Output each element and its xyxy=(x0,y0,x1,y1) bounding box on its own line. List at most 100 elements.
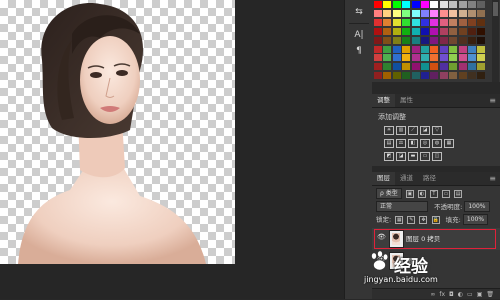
color-swatch[interactable] xyxy=(383,54,392,62)
lock-all-icon[interactable]: 🔒 xyxy=(431,215,440,224)
color-swatch[interactable] xyxy=(477,45,486,53)
color-swatch[interactable] xyxy=(411,27,420,35)
color-swatch[interactable] xyxy=(458,18,467,26)
color-swatch[interactable] xyxy=(374,54,382,62)
color-swatch[interactable] xyxy=(477,9,486,17)
invert-icon[interactable]: ◩ xyxy=(384,152,394,161)
color-swatch[interactable] xyxy=(383,72,392,80)
color-swatch[interactable] xyxy=(449,9,458,17)
swatches-scrollbar[interactable] xyxy=(492,0,499,82)
color-swatch[interactable] xyxy=(439,36,448,44)
color-balance-icon[interactable]: ⚖ xyxy=(396,139,406,148)
color-swatch[interactable] xyxy=(430,72,439,80)
color-swatch[interactable] xyxy=(449,54,458,62)
color-swatch[interactable] xyxy=(439,63,448,71)
adjustment-filter-icon[interactable]: ◐ xyxy=(417,189,426,198)
color-swatch[interactable] xyxy=(468,9,476,17)
color-swatch[interactable] xyxy=(477,27,486,35)
color-swatch[interactable] xyxy=(374,63,382,71)
color-swatch[interactable] xyxy=(430,18,439,26)
adjustment-icon[interactable]: ◐ xyxy=(458,289,463,299)
color-swatch[interactable] xyxy=(468,72,476,80)
opacity-input[interactable]: 100% xyxy=(464,201,490,212)
color-swatch[interactable] xyxy=(411,18,420,26)
color-swatch[interactable] xyxy=(411,36,420,44)
color-swatch[interactable] xyxy=(468,54,476,62)
color-swatch[interactable] xyxy=(383,45,392,53)
color-swatch[interactable] xyxy=(421,27,429,35)
color-swatch[interactable] xyxy=(468,1,476,8)
color-swatch[interactable] xyxy=(411,1,420,8)
color-swatch[interactable] xyxy=(430,54,439,62)
kind-filter-select[interactable]: ρ 类型 xyxy=(376,188,402,199)
color-swatch[interactable] xyxy=(392,45,401,53)
channel-mixer-icon[interactable]: ◍ xyxy=(432,139,442,148)
color-swatch[interactable] xyxy=(383,1,392,8)
character-icon[interactable]: A| xyxy=(345,27,373,43)
lock-move-icon[interactable]: ✥ xyxy=(419,215,428,224)
color-swatch[interactable] xyxy=(392,63,401,71)
panel-menu-icon[interactable]: ≡ xyxy=(489,94,496,107)
new-layer-icon[interactable]: ▣ xyxy=(477,289,483,299)
color-swatch[interactable] xyxy=(458,9,467,17)
color-swatch[interactable] xyxy=(449,72,458,80)
color-swatch[interactable] xyxy=(421,1,429,8)
color-swatch[interactable] xyxy=(439,45,448,53)
color-swatch[interactable] xyxy=(411,9,420,17)
color-swatch[interactable] xyxy=(477,54,486,62)
color-swatch[interactable] xyxy=(411,72,420,80)
eye-icon[interactable]: 👁 xyxy=(377,233,386,241)
color-swatch[interactable] xyxy=(439,18,448,26)
color-swatch[interactable] xyxy=(374,18,382,26)
tab-layers[interactable]: 图层 xyxy=(372,172,395,185)
color-swatch[interactable] xyxy=(383,18,392,26)
color-swatch[interactable] xyxy=(477,18,486,26)
color-swatch[interactable] xyxy=(392,1,401,8)
paragraph-icon[interactable]: ¶ xyxy=(345,43,373,59)
tab-properties[interactable]: 属性 xyxy=(395,94,418,107)
color-swatch[interactable] xyxy=(439,9,448,17)
color-swatch[interactable] xyxy=(458,1,467,8)
color-swatch[interactable] xyxy=(439,54,448,62)
exposure-icon[interactable]: ◪ xyxy=(420,126,430,135)
color-swatch[interactable] xyxy=(430,9,439,17)
color-swatch[interactable] xyxy=(449,1,458,8)
layer-row[interactable]: 👁 图层 0 拷贝 xyxy=(372,228,500,250)
fill-input[interactable]: 100% xyxy=(462,214,489,225)
panel-menu-icon[interactable]: ≡ xyxy=(489,172,496,185)
color-swatch[interactable] xyxy=(458,54,467,62)
color-swatch[interactable] xyxy=(374,27,382,35)
photo-filter-icon[interactable]: ◎ xyxy=(420,139,430,148)
color-swatch[interactable] xyxy=(402,36,411,44)
color-swatch[interactable] xyxy=(468,27,476,35)
color-swatch[interactable] xyxy=(411,54,420,62)
color-swatch[interactable] xyxy=(477,72,486,80)
color-swatch[interactable] xyxy=(458,36,467,44)
color-swatch[interactable] xyxy=(374,45,382,53)
color-swatch[interactable] xyxy=(402,54,411,62)
tab-channels[interactable]: 通道 xyxy=(395,172,418,185)
color-swatch[interactable] xyxy=(458,63,467,71)
color-swatch[interactable] xyxy=(477,63,486,71)
layer-name[interactable]: 图层 0 拷贝 xyxy=(406,233,440,243)
color-lookup-icon[interactable]: ▦ xyxy=(444,139,454,148)
color-swatch[interactable] xyxy=(374,36,382,44)
color-swatch[interactable] xyxy=(430,36,439,44)
color-swatch[interactable] xyxy=(421,18,429,26)
smart-object-filter-icon[interactable]: ▤ xyxy=(454,189,463,198)
color-swatch[interactable] xyxy=(421,36,429,44)
color-swatch[interactable] xyxy=(449,45,458,53)
color-swatch[interactable] xyxy=(430,27,439,35)
color-swatch[interactable] xyxy=(402,72,411,80)
document-image[interactable] xyxy=(0,0,235,264)
document-canvas-area[interactable] xyxy=(0,0,344,299)
color-swatch[interactable] xyxy=(402,27,411,35)
color-swatch[interactable] xyxy=(374,9,382,17)
color-swatch[interactable] xyxy=(421,54,429,62)
color-swatch[interactable] xyxy=(411,63,420,71)
color-swatch[interactable] xyxy=(374,72,382,80)
posterize-icon[interactable]: ◪ xyxy=(396,152,406,161)
link-icon[interactable]: ∞ xyxy=(430,289,435,299)
brightness-icon[interactable]: ☀ xyxy=(384,126,394,135)
trash-icon[interactable]: 🗑 xyxy=(486,289,494,299)
